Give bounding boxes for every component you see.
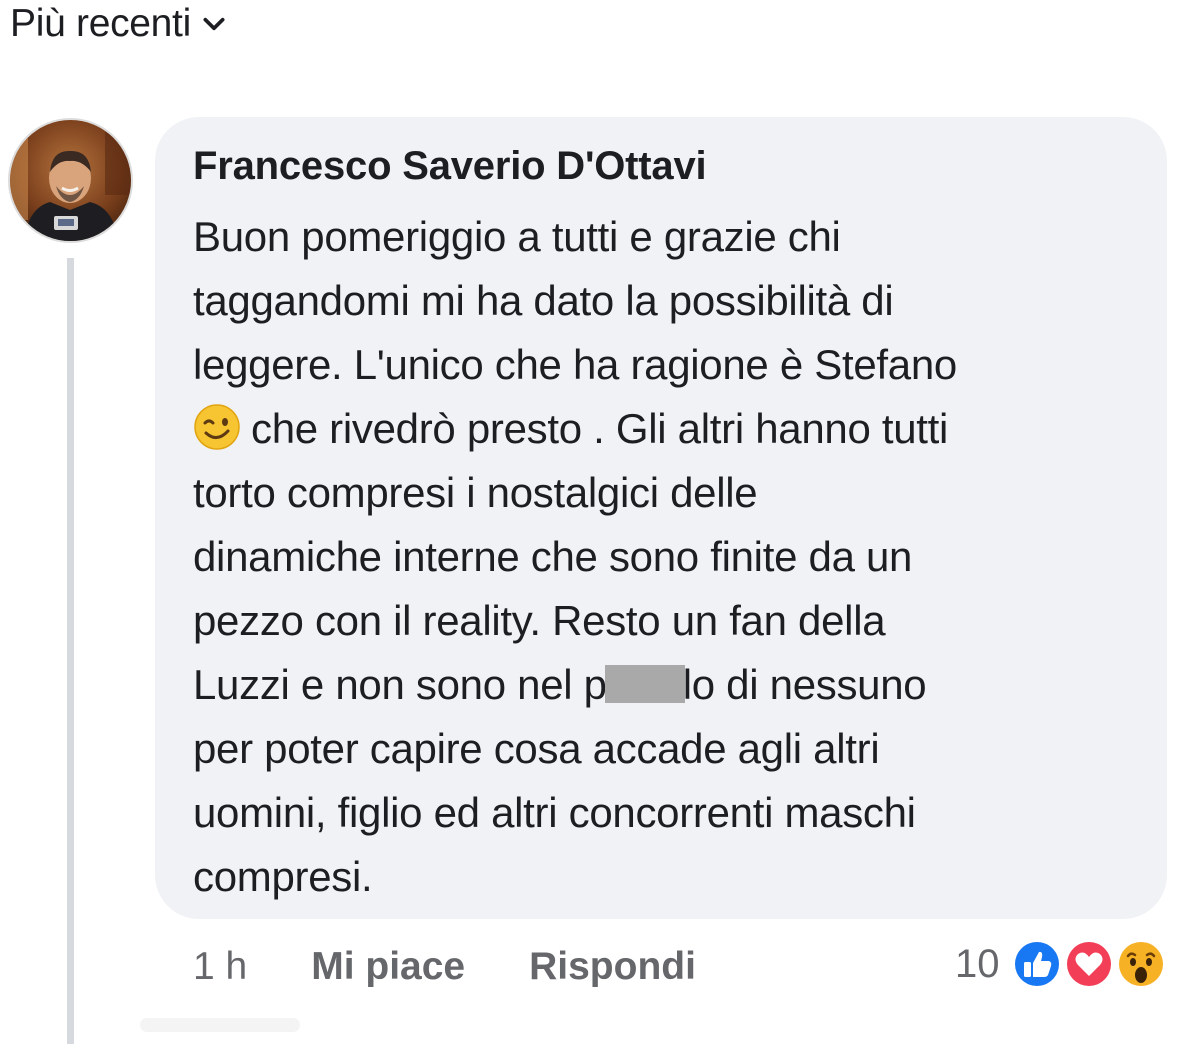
- like-reaction-icon: [1011, 939, 1062, 989]
- reactions-summary[interactable]: 10: [955, 935, 1166, 993]
- comment-line: torto compresi i nostalgici delle: [193, 469, 758, 516]
- comment-line-text: che rivedrò presto . Gli altri hanno tut…: [251, 405, 949, 452]
- avatar[interactable]: [8, 118, 133, 243]
- comment-timestamp[interactable]: 1 h: [193, 945, 247, 989]
- sort-label: Più recenti: [10, 2, 191, 45]
- comment-bubble: Francesco Saverio D'Ottavi Buon pomerigg…: [155, 117, 1167, 919]
- winking-face-emoji: [194, 404, 240, 450]
- like-button[interactable]: Mi piace: [311, 945, 465, 989]
- comment-line: pezzo con il reality. Resto un fan della: [193, 597, 886, 644]
- comment-line: leggere. L'unico che ha ragione è Stefan…: [193, 341, 957, 388]
- comment-actions: 1 h Mi piace Rispondi: [193, 940, 760, 994]
- censor-block: [604, 665, 685, 703]
- wow-reaction-icon: [1115, 939, 1166, 989]
- reply-button[interactable]: Rispondi: [529, 945, 696, 989]
- next-item-edge: [140, 1018, 300, 1032]
- chevron-down-icon: [203, 17, 225, 31]
- comment-body: Buon pomeriggio a tutti e grazie chi tag…: [193, 205, 1127, 909]
- comment-line: taggandomi mi ha dato la possibilità di: [193, 277, 894, 324]
- comment-line: dinamiche interne che sono finite da un: [193, 533, 913, 580]
- comment-line-text-before: Luzzi e non sono nel p: [193, 661, 607, 708]
- comment-line: uomini, figlio ed altri concorrenti masc…: [193, 789, 916, 836]
- avatar-photo: [10, 120, 131, 241]
- comment-line-censored: Luzzi e non sono nel p lo di nessuno: [193, 653, 1127, 717]
- reply-thread-line: [67, 258, 74, 1044]
- comment-line: Buon pomeriggio a tutti e grazie chi: [193, 213, 841, 260]
- reaction-icons: [1006, 935, 1166, 993]
- sort-dropdown[interactable]: Più recenti: [10, 0, 227, 48]
- comment-line: compresi.: [193, 853, 373, 900]
- love-reaction-icon: [1063, 939, 1114, 989]
- comment-line: per poter capire cosa accade agli altri: [193, 725, 880, 772]
- comment-line-with-emoji: che rivedrò presto . Gli altri hanno tut…: [193, 397, 1127, 461]
- comment-line-text-after: lo di nessuno: [682, 661, 927, 708]
- comment-author[interactable]: Francesco Saverio D'Ottavi: [193, 141, 1127, 191]
- reaction-count: 10: [955, 941, 1000, 986]
